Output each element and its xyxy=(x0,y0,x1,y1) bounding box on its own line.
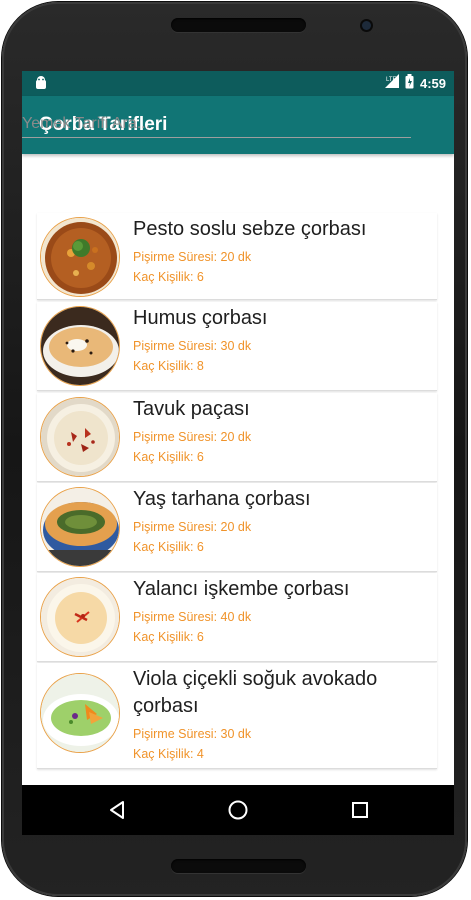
recipe-title: Humus çorbası xyxy=(133,307,268,329)
battery-icon xyxy=(405,73,414,94)
front-camera xyxy=(362,21,371,30)
recipe-thumbnail xyxy=(40,673,120,753)
recipe-card[interactable]: Yaş tarhana çorbası Pişirme Süresi: 20 d… xyxy=(37,483,437,572)
recipe-card[interactable]: Pesto soslu sebze çorbası Pişirme Süresi… xyxy=(37,213,437,300)
home-icon[interactable] xyxy=(227,799,249,821)
phone-frame: LTE 4:59 Çorba Tarifleri Yemek Tarifi Ar… xyxy=(2,2,467,896)
recipe-title: Yaş tarhana çorbası xyxy=(133,488,311,510)
svg-text:LTE: LTE xyxy=(386,77,397,83)
bottom-speaker xyxy=(171,859,306,873)
recipe-cook-time: Pişirme Süresi: 30 dk xyxy=(133,339,252,353)
recipe-card[interactable]: Viola çiçekli soğuk avokado çorbası Pişi… xyxy=(37,663,437,769)
recipe-title: Viola çiçekli soğuk avokado çorbası xyxy=(133,668,378,717)
recipe-thumbnail xyxy=(40,397,120,477)
signal-icon: LTE xyxy=(384,74,399,93)
android-icon xyxy=(35,76,47,90)
search-input[interactable] xyxy=(22,111,411,138)
recipe-cook-time: Pişirme Süresi: 20 dk xyxy=(133,430,252,444)
status-bar: LTE 4:59 xyxy=(22,71,454,96)
recents-icon[interactable] xyxy=(349,799,371,821)
recipe-title: Tavuk paçası xyxy=(133,398,250,420)
recipe-cook-time: Pişirme Süresi: 20 dk xyxy=(133,520,252,534)
status-time: 4:59 xyxy=(419,76,446,91)
top-speaker xyxy=(171,18,306,32)
recipe-servings: Kaç Kişilik: 6 xyxy=(133,540,204,554)
recipe-thumbnail xyxy=(40,217,120,297)
recipe-thumbnail xyxy=(40,577,120,657)
recipe-card[interactable]: Tavuk paçası Pişirme Süresi: 20 dk Kaç K… xyxy=(37,393,437,482)
back-icon[interactable] xyxy=(107,799,129,821)
recipe-thumbnail xyxy=(40,306,120,386)
recipe-card[interactable]: Yalancı işkembe çorbası Pişirme Süresi: … xyxy=(37,573,437,662)
recipe-servings: Kaç Kişilik: 6 xyxy=(133,630,204,644)
recipe-servings: Kaç Kişilik: 4 xyxy=(133,747,204,761)
recipe-title: Yalancı işkembe çorbası xyxy=(133,578,350,600)
navigation-bar xyxy=(22,785,454,835)
recipe-cook-time: Pişirme Süresi: 20 dk xyxy=(133,250,252,264)
recipe-servings: Kaç Kişilik: 6 xyxy=(133,450,204,464)
recipe-cook-time: Pişirme Süresi: 30 dk xyxy=(133,727,252,741)
recipe-title: Pesto soslu sebze çorbası xyxy=(133,218,367,240)
recipe-servings: Kaç Kişilik: 8 xyxy=(133,359,204,373)
recipe-thumbnail xyxy=(40,487,120,567)
recipe-card[interactable]: Humus çorbası Pişirme Süresi: 30 dk Kaç … xyxy=(37,302,437,391)
recipe-servings: Kaç Kişilik: 6 xyxy=(133,270,204,284)
recipe-cook-time: Pişirme Süresi: 40 dk xyxy=(133,610,252,624)
